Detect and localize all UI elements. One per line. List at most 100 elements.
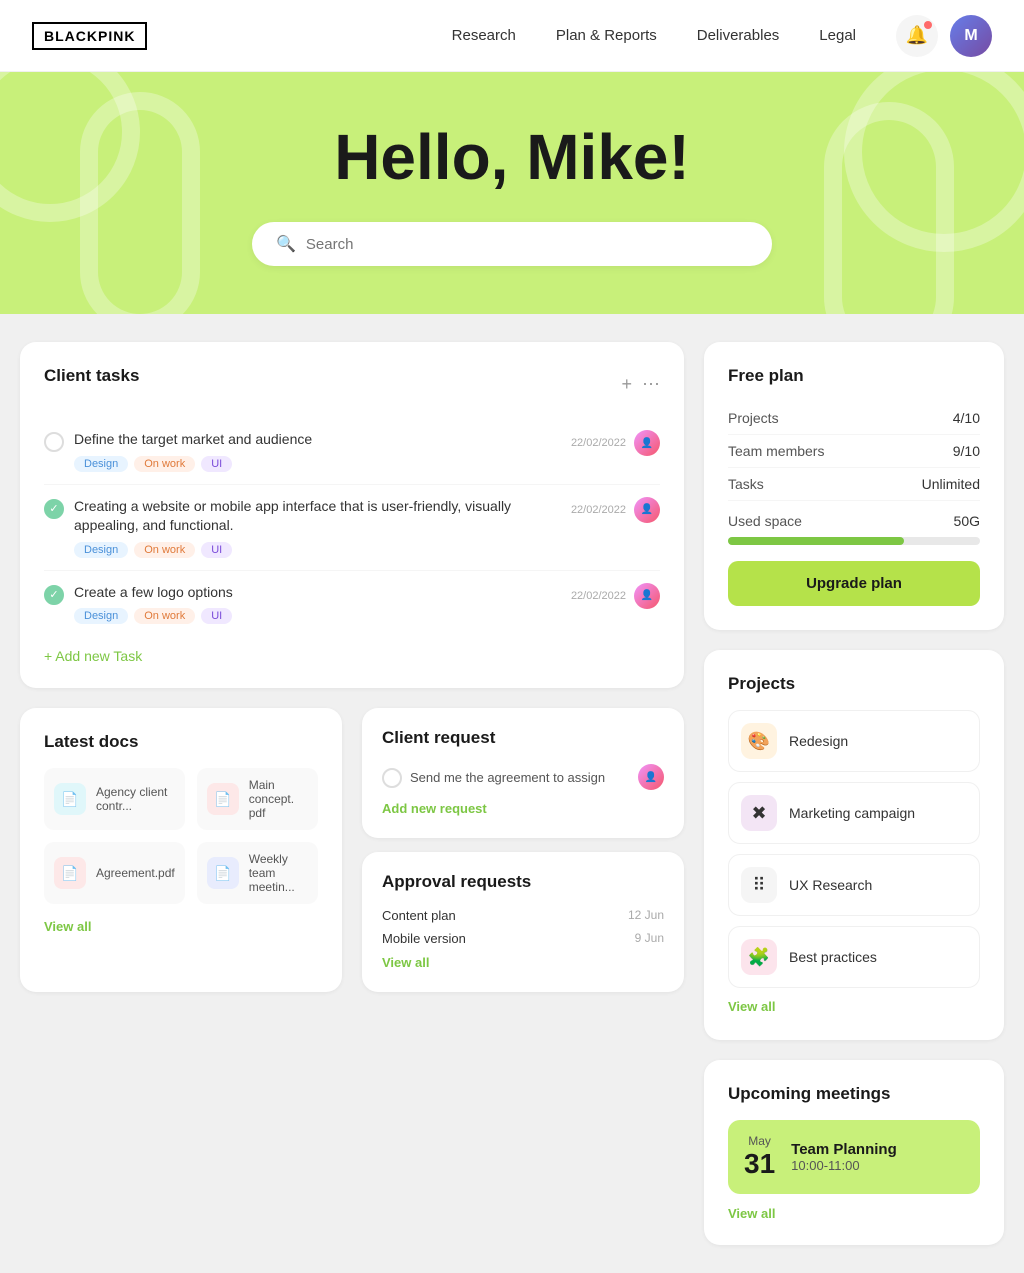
avatar[interactable]: M xyxy=(950,15,992,57)
list-item: 📄 Main concept. pdf xyxy=(197,768,318,830)
approval-name: Content plan xyxy=(382,908,456,923)
nav-legal[interactable]: Legal xyxy=(819,27,856,44)
plan-title: Free plan xyxy=(728,366,980,386)
task-tags: Design On work UI xyxy=(74,608,233,624)
task-avatar: 👤 xyxy=(634,430,660,456)
meeting-time: 10:00-11:00 xyxy=(791,1158,897,1173)
used-space-row: Used space 50G xyxy=(728,513,980,529)
tasks-header: Client tasks + ⋯ xyxy=(44,366,660,402)
meeting-title: Team Planning xyxy=(791,1141,897,1158)
nav-deliverables[interactable]: Deliverables xyxy=(697,27,780,44)
notification-button[interactable]: 🔔 xyxy=(896,15,938,57)
meeting-day: 31 xyxy=(744,1148,775,1180)
add-task-icon-button[interactable]: + xyxy=(621,374,632,395)
tasks-actions: + ⋯ xyxy=(621,374,660,395)
task-date: 22/02/2022 xyxy=(571,590,626,602)
list-item[interactable]: 🧩 Best practices xyxy=(728,926,980,988)
task-menu-button[interactable]: ⋯ xyxy=(642,374,660,395)
used-space-section: Used space 50G xyxy=(728,513,980,545)
requester-avatar: 👤 xyxy=(638,764,664,790)
project-name: UX Research xyxy=(789,877,872,893)
task-text: Creating a website or mobile app interfa… xyxy=(74,497,571,536)
doc-name: Main concept. pdf xyxy=(249,778,308,820)
list-item: 📄 Weekly team meetin... xyxy=(197,842,318,904)
nav-plan-reports[interactable]: Plan & Reports xyxy=(556,27,657,44)
docs-grid: 📄 Agency client contr... 📄 Main concept.… xyxy=(44,768,318,904)
latest-docs-card: Latest docs 📄 Agency client contr... 📄 M… xyxy=(20,708,342,992)
task-checkbox[interactable]: ✓ xyxy=(44,499,64,519)
project-icon: 🎨 xyxy=(741,723,777,759)
plan-row-projects: Projects 4/10 xyxy=(728,402,980,435)
plan-row-tasks: Tasks Unlimited xyxy=(728,468,980,501)
add-new-request-button[interactable]: Add new request xyxy=(382,801,487,816)
tag-ui: UI xyxy=(201,608,232,624)
project-name: Redesign xyxy=(789,733,848,749)
task-content: Creating a website or mobile app interfa… xyxy=(74,497,571,558)
meetings-view-all-button[interactable]: View all xyxy=(728,1206,775,1221)
task-right: 22/02/2022 👤 xyxy=(571,583,660,609)
project-name: Marketing campaign xyxy=(789,805,915,821)
tag-design: Design xyxy=(74,608,128,624)
nav-research[interactable]: Research xyxy=(452,27,516,44)
progress-bar-fill xyxy=(728,537,904,545)
tag-design: Design xyxy=(74,542,128,558)
task-avatar: 👤 xyxy=(634,583,660,609)
approval-date: 9 Jun xyxy=(635,931,664,946)
bottom-row: Latest docs 📄 Agency client contr... 📄 M… xyxy=(20,708,684,992)
progress-bar-bg xyxy=(728,537,980,545)
task-avatar: 👤 xyxy=(634,497,660,523)
used-space-value: 50G xyxy=(954,513,980,529)
right-column: Free plan Projects 4/10 Team members 9/1… xyxy=(704,342,1004,1245)
request-row: Send me the agreement to assign 👤 xyxy=(382,764,664,790)
plan-value: Unlimited xyxy=(922,476,980,492)
project-icon: ⠿ xyxy=(741,867,777,903)
task-left: Define the target market and audience De… xyxy=(44,430,571,472)
list-item: Mobile version 9 Jun xyxy=(382,931,664,946)
doc-name: Agreement.pdf xyxy=(96,866,175,880)
meeting-month: May xyxy=(744,1134,775,1148)
list-item[interactable]: ✖ Marketing campaign xyxy=(728,782,980,844)
navbar: BLACKPINK Research Plan & Reports Delive… xyxy=(0,0,1024,72)
task-content: Define the target market and audience De… xyxy=(74,430,312,472)
right-bottom-col: Client request Send me the agreement to … xyxy=(362,708,684,992)
add-new-task-button[interactable]: + Add new Task xyxy=(44,648,142,664)
list-item[interactable]: 🎨 Redesign xyxy=(728,710,980,772)
task-checkbox[interactable] xyxy=(44,432,64,452)
meeting-date: May 31 xyxy=(744,1134,775,1180)
projects-view-all-button[interactable]: View all xyxy=(728,999,775,1014)
task-text: Create a few logo options xyxy=(74,583,233,603)
search-bar: 🔍 xyxy=(252,222,772,266)
plan-value: 9/10 xyxy=(953,443,980,459)
task-left: ✓ Creating a website or mobile app inter… xyxy=(44,497,571,558)
search-input[interactable] xyxy=(306,236,748,253)
hero-section: Hello, Mike! 🔍 xyxy=(0,72,1024,314)
task-date: 22/02/2022 xyxy=(571,504,626,516)
plan-value: 4/10 xyxy=(953,410,980,426)
upgrade-plan-button[interactable]: Upgrade plan xyxy=(728,561,980,606)
request-checkbox[interactable] xyxy=(382,768,402,788)
left-column: Client tasks + ⋯ Define the target marke… xyxy=(20,342,684,1245)
doc-name: Weekly team meetin... xyxy=(249,852,308,894)
client-tasks-card: Client tasks + ⋯ Define the target marke… xyxy=(20,342,684,688)
task-checkbox[interactable]: ✓ xyxy=(44,585,64,605)
task-left: ✓ Create a few logo options Design On wo… xyxy=(44,583,571,625)
nav-links: Research Plan & Reports Deliverables Leg… xyxy=(452,27,856,45)
task-right: 22/02/2022 👤 xyxy=(571,430,660,456)
task-tags: Design On work UI xyxy=(74,542,571,558)
logo: BLACKPINK xyxy=(32,22,147,50)
docs-view-all-button[interactable]: View all xyxy=(44,919,91,934)
main-content: Client tasks + ⋯ Define the target marke… xyxy=(0,314,1024,1273)
meetings-title: Upcoming meetings xyxy=(728,1084,980,1104)
approval-name: Mobile version xyxy=(382,931,466,946)
plan-label: Team members xyxy=(728,443,824,459)
task-date: 22/02/2022 xyxy=(571,437,626,449)
project-name: Best practices xyxy=(789,949,877,965)
approval-view-all-button[interactable]: View all xyxy=(382,955,429,970)
task-right: 22/02/2022 👤 xyxy=(571,497,660,523)
tag-design: Design xyxy=(74,456,128,472)
project-icon: 🧩 xyxy=(741,939,777,975)
search-icon: 🔍 xyxy=(276,234,296,254)
list-item[interactable]: ⠿ UX Research xyxy=(728,854,980,916)
plan-row-members: Team members 9/10 xyxy=(728,435,980,468)
approval-date: 12 Jun xyxy=(628,908,664,923)
